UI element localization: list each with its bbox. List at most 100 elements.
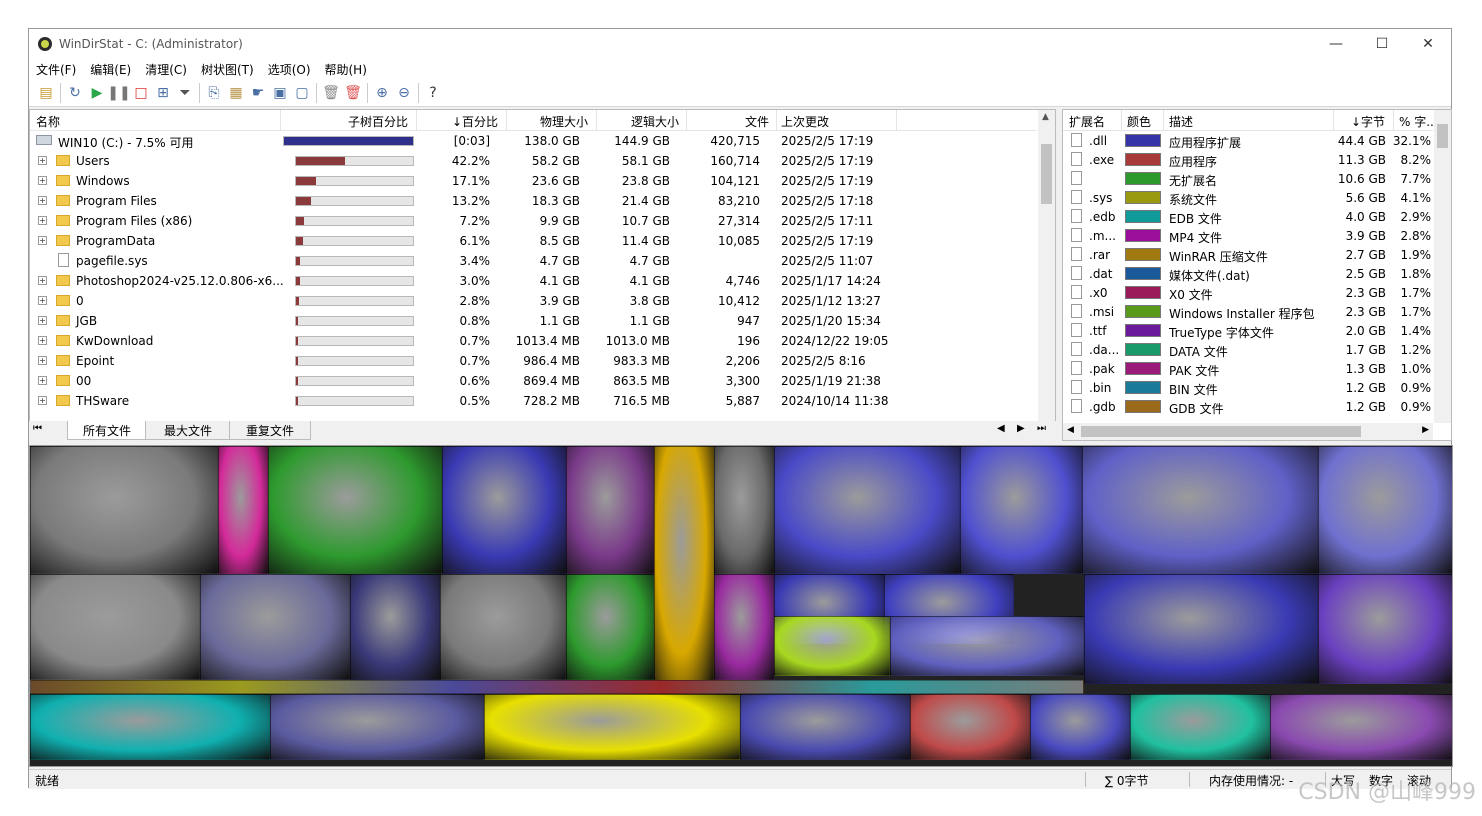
refresh-icon[interactable]: ↻ bbox=[64, 82, 86, 104]
zoom-in-icon[interactable]: ⊕ bbox=[371, 82, 393, 104]
menu-cleanup[interactable]: 清理(C) bbox=[138, 61, 194, 78]
copy-path-icon[interactable]: ⎘ bbox=[203, 82, 225, 104]
close-icon[interactable]: ✕ bbox=[1405, 29, 1451, 59]
menu-treemap[interactable]: 树状图(T) bbox=[194, 61, 261, 78]
menu-help[interactable]: 帮助(H) bbox=[318, 61, 374, 78]
treemap-cell[interactable] bbox=[1318, 446, 1452, 574]
table-row[interactable]: + Users 42.2% 58.2 GB 58.1 GB 160,714 2025/2/5… bbox=[30, 151, 1037, 171]
vertical-scrollbar[interactable]: ▲ ▼ bbox=[1038, 110, 1055, 440]
menu-edit[interactable]: 编辑(E) bbox=[83, 61, 138, 78]
extension-row[interactable]: .edb EDB 文件 4.0 GB 2.9% bbox=[1063, 207, 1433, 226]
treemap-cell[interactable] bbox=[270, 694, 484, 760]
col-description[interactable]: 描述 bbox=[1169, 113, 1193, 130]
tab-next-icon[interactable]: ▶ bbox=[1017, 423, 1025, 434]
treemap-cell[interactable] bbox=[30, 446, 218, 574]
zoom-out-icon[interactable]: ⊖ bbox=[393, 82, 415, 104]
paste-icon[interactable]: ▦ bbox=[225, 82, 247, 104]
table-row[interactable]: + Photoshop2024-v25.12.0.806-x6... 3.0% 4.1… bbox=[30, 271, 1037, 291]
extension-row[interactable]: 无扩展名 10.6 GB 7.7% bbox=[1063, 169, 1433, 188]
treemap[interactable] bbox=[29, 445, 1453, 767]
treemap-cell[interactable] bbox=[960, 446, 1082, 574]
treemap-cell[interactable] bbox=[442, 446, 566, 574]
treemap-cell[interactable] bbox=[268, 446, 442, 574]
ext-vertical-scrollbar[interactable] bbox=[1434, 110, 1451, 423]
expand-icon[interactable]: + bbox=[38, 316, 47, 325]
extension-row[interactable]: .exe 应用程序 11.3 GB 8.2% bbox=[1063, 150, 1433, 169]
explorer-icon[interactable]: ▣ bbox=[269, 82, 291, 104]
treemap-cell[interactable] bbox=[1318, 574, 1452, 684]
stop-icon[interactable]: □ bbox=[130, 82, 152, 104]
extension-row[interactable]: .sys 系统文件 5.6 GB 4.1% bbox=[1063, 188, 1433, 207]
treemap-cell[interactable] bbox=[350, 574, 440, 680]
col-modified[interactable]: 上次更改 bbox=[781, 113, 829, 130]
help-icon[interactable]: ? bbox=[422, 82, 444, 104]
treemap-cell[interactable] bbox=[1082, 446, 1318, 574]
tab-all-files[interactable]: 所有文件 bbox=[67, 421, 147, 440]
directory-list[interactable]: 名称 子树百分比 ↓百分比 物理大小 逻辑大小 文件 上次更改 WIN10 (C… bbox=[29, 109, 1056, 441]
treemap-cell[interactable] bbox=[910, 694, 1030, 760]
table-row[interactable]: + Windows 17.1% 23.6 GB 23.8 GB 104,121 2025/2… bbox=[30, 171, 1037, 191]
extension-list[interactable]: 扩展名 颜色 描述 ↓字节 % 字... .dll 应用程序扩展 44.4 GB 32… bbox=[1062, 109, 1452, 441]
properties-icon[interactable]: ▢ bbox=[291, 82, 313, 104]
open-folder-icon[interactable]: ▤ bbox=[35, 82, 57, 104]
col-name[interactable]: 名称 bbox=[36, 113, 60, 130]
treemap-cell[interactable] bbox=[566, 574, 654, 680]
col-subtree-percent[interactable]: 子树百分比 bbox=[348, 113, 408, 130]
table-row-root[interactable]: WIN10 (C:) - 7.5% 可用 [0:03] 138.0 GB 144… bbox=[30, 131, 1037, 151]
table-row[interactable]: + JGB 0.8% 1.1 GB 1.1 GB 947 2025/1/20 15:34 bbox=[30, 311, 1037, 331]
tree-icon[interactable]: ⊞ bbox=[152, 82, 174, 104]
col-color[interactable]: 颜色 bbox=[1127, 113, 1151, 130]
ext-horizontal-scrollbar[interactable]: ◀ ▶ bbox=[1063, 423, 1433, 440]
treemap-cell[interactable] bbox=[1130, 694, 1270, 760]
treemap-cell[interactable] bbox=[1030, 694, 1130, 760]
extension-row[interactable]: .bin BIN 文件 1.2 GB 0.9% bbox=[1063, 378, 1433, 397]
treemap-cell[interactable] bbox=[566, 446, 654, 574]
tab-largest-files[interactable]: 最大文件 bbox=[145, 421, 231, 440]
treemap-cell[interactable] bbox=[440, 574, 566, 680]
expand-icon[interactable]: + bbox=[38, 276, 47, 285]
col-bytes[interactable]: ↓字节 bbox=[1351, 113, 1385, 130]
extension-row[interactable]: .ttf TrueType 字体文件 2.0 GB 1.4% bbox=[1063, 321, 1433, 340]
extension-row[interactable]: .msi Windows Installer 程序包 2.3 GB 1.7% bbox=[1063, 302, 1433, 321]
table-row[interactable]: +00 0.6% 869.4 MB 863.5 MB 3,300 2025/1/19 21… bbox=[30, 371, 1037, 391]
expand-icon[interactable]: + bbox=[38, 156, 47, 165]
expand-icon[interactable]: + bbox=[38, 216, 47, 225]
expand-icon[interactable]: + bbox=[38, 196, 47, 205]
scroll-thumb[interactable] bbox=[1041, 144, 1052, 204]
treemap-cell[interactable] bbox=[654, 446, 714, 686]
treemap-cell[interactable] bbox=[30, 694, 270, 760]
expand-icon[interactable]: + bbox=[38, 336, 47, 345]
recycle-icon[interactable]: 🗑 bbox=[320, 82, 342, 104]
table-row[interactable]: + ProgramData 6.1% 8.5 GB 11.4 GB 10,085 2025/… bbox=[30, 231, 1037, 251]
filter-icon[interactable]: ⏷ bbox=[174, 82, 196, 104]
extension-row[interactable]: .da... DATA 文件 1.7 GB 1.2% bbox=[1063, 340, 1433, 359]
extension-row[interactable]: .dll 应用程序扩展 44.4 GB 32.1% bbox=[1063, 131, 1433, 150]
treemap-strip[interactable] bbox=[30, 680, 1084, 694]
tab-duplicate-files[interactable]: 重复文件 bbox=[229, 421, 311, 440]
ext-hscroll-thumb[interactable] bbox=[1081, 426, 1361, 437]
expand-icon[interactable]: + bbox=[38, 376, 47, 385]
table-row[interactable]: pagefile.sys 3.4% 4.7 GB 4.7 GB 2025/2/5 11:… bbox=[30, 251, 1037, 271]
play-icon[interactable]: ▶ bbox=[86, 82, 108, 104]
extension-row[interactable]: .m... MP4 文件 3.9 GB 2.8% bbox=[1063, 226, 1433, 245]
expand-icon[interactable]: + bbox=[38, 356, 47, 365]
extension-row[interactable]: .dat 媒体文件(.dat) 2.5 GB 1.8% bbox=[1063, 264, 1433, 283]
scroll-right-icon[interactable]: ▶ bbox=[1422, 425, 1429, 435]
extension-row[interactable]: .gdb GDB 文件 1.2 GB 0.9% bbox=[1063, 397, 1433, 416]
tab-first-icon[interactable]: ⏮ bbox=[33, 423, 42, 434]
treemap-cell[interactable] bbox=[484, 694, 740, 760]
col-physical-size[interactable]: 物理大小 bbox=[540, 113, 588, 130]
table-row[interactable]: + KwDownload 0.7% 1013.4 MB 1013.0 MB 196 2024… bbox=[30, 331, 1037, 351]
extension-row[interactable]: .rar WinRAR 压缩文件 2.7 GB 1.9% bbox=[1063, 245, 1433, 264]
tab-last-icon[interactable]: ⏭ bbox=[1037, 423, 1046, 434]
table-row[interactable]: + Program Files (x86) 7.2% 9.9 GB 10.7 GB 27,… bbox=[30, 211, 1037, 231]
treemap-cell[interactable] bbox=[1084, 574, 1318, 684]
col-extension[interactable]: 扩展名 bbox=[1069, 113, 1105, 130]
menu-options[interactable]: 选项(O) bbox=[261, 61, 318, 78]
maximize-icon[interactable]: ☐ bbox=[1359, 29, 1405, 59]
ext-scroll-thumb[interactable] bbox=[1437, 124, 1448, 148]
treemap-cell[interactable] bbox=[774, 446, 960, 574]
table-row[interactable]: +0 2.8% 3.9 GB 3.8 GB 10,412 2025/1/12 13:27 bbox=[30, 291, 1037, 311]
scroll-left-icon[interactable]: ◀ bbox=[1067, 425, 1074, 435]
expand-icon[interactable]: + bbox=[38, 176, 47, 185]
